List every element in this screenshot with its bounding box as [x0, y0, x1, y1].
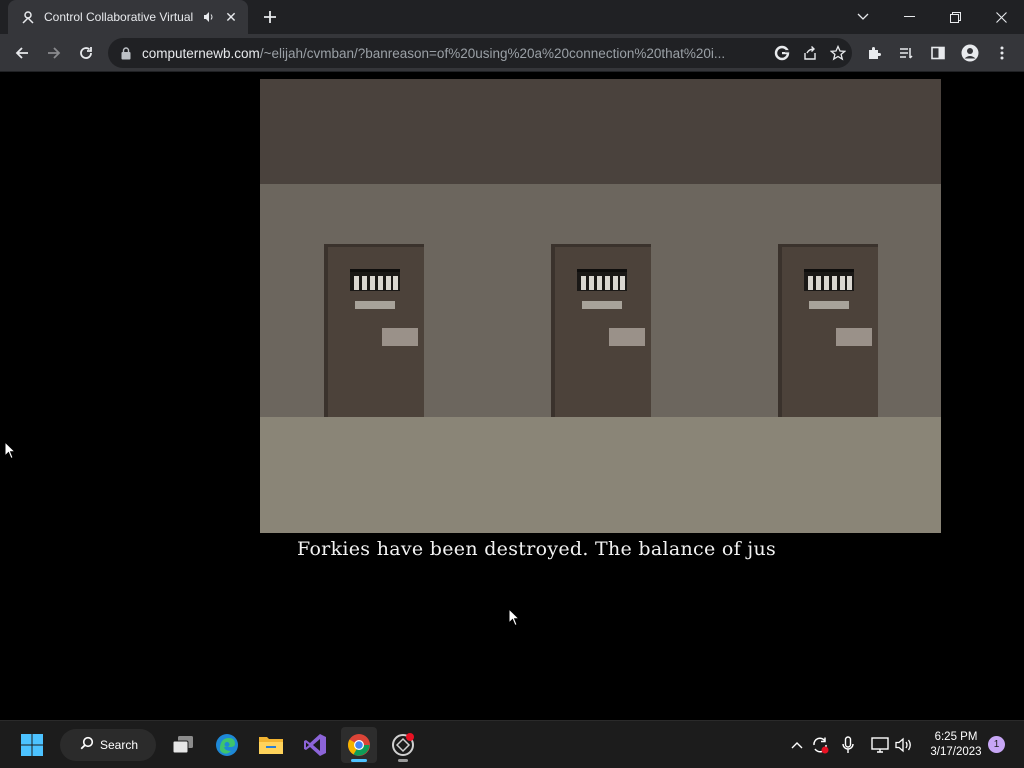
start-icon[interactable]	[14, 727, 50, 763]
url-path: /~elijah/cvmban/?banreason=of%20using%20…	[259, 45, 726, 61]
network-icon[interactable]	[869, 733, 891, 757]
tab-title: Control Collaborative Virtual	[44, 10, 194, 24]
door-slot	[382, 328, 418, 346]
door-plate	[809, 301, 849, 309]
forward-icon[interactable]	[40, 39, 68, 67]
page-content: Forkies have been destroyed. The balance…	[0, 72, 1024, 720]
tab-search-icon[interactable]	[840, 0, 886, 34]
browser-toolbar: computernewb.com/~elijah/cvmban/?banreas…	[0, 34, 1024, 72]
close-tab-icon[interactable]: ✕	[222, 8, 240, 26]
search-label: Search	[100, 738, 139, 752]
sync-icon[interactable]	[809, 733, 831, 757]
clock-date: 3/17/2023	[930, 746, 982, 758]
new-tab-button[interactable]	[258, 5, 282, 29]
door-slot	[609, 328, 645, 346]
door-plate	[582, 301, 622, 309]
visual-studio-icon[interactable]	[297, 727, 333, 763]
edge-icon[interactable]	[209, 727, 245, 763]
taskbar-search-button[interactable]: Search	[60, 729, 156, 761]
notification-badge[interactable]: 1	[988, 736, 1005, 753]
tab-strip: Control Collaborative Virtual ✕	[0, 0, 1024, 34]
volume-icon[interactable]	[893, 733, 915, 757]
cell-door	[324, 244, 424, 417]
bookmark-star-icon[interactable]	[824, 39, 852, 67]
url-text: computernewb.com/~elijah/cvmban/?banreas…	[142, 46, 768, 61]
taskbar: Search 6:25 PM 3/17/2023 1	[0, 720, 1024, 768]
cvm-logo-icon	[20, 9, 36, 25]
lock-icon[interactable]	[118, 45, 134, 61]
url-host: computernewb.com	[142, 45, 260, 61]
app-icon[interactable]	[385, 727, 421, 763]
side-panel-icon[interactable]	[924, 39, 952, 67]
game-subtitle: Forkies have been destroyed. The balance…	[297, 538, 777, 560]
door-plate	[355, 301, 395, 309]
profile-icon[interactable]	[956, 39, 984, 67]
share-icon[interactable]	[796, 39, 824, 67]
taskbar-clock[interactable]: 6:25 PM 3/17/2023	[918, 730, 994, 760]
file-explorer-icon[interactable]	[253, 727, 289, 763]
cell-door	[551, 244, 651, 417]
clock-time: 6:25 PM	[934, 731, 978, 743]
vm-screen[interactable]	[260, 79, 941, 533]
ceiling	[260, 79, 941, 184]
minimize-button[interactable]	[886, 0, 932, 34]
door-window	[577, 269, 627, 291]
browser-tab[interactable]: Control Collaborative Virtual ✕	[8, 0, 248, 34]
reload-icon[interactable]	[72, 39, 100, 67]
back-icon[interactable]	[8, 39, 36, 67]
floor	[260, 417, 941, 533]
speaker-icon[interactable]	[200, 8, 218, 26]
google-icon[interactable]	[768, 39, 796, 67]
task-view-icon[interactable]	[165, 727, 201, 763]
cell-door	[778, 244, 878, 417]
show-hidden-icons-icon[interactable]	[786, 733, 808, 757]
door-window	[350, 269, 400, 291]
menu-icon[interactable]	[988, 39, 1016, 67]
extensions-icon[interactable]	[860, 39, 888, 67]
active-indicator	[351, 759, 367, 762]
running-indicator	[398, 759, 408, 762]
door-window	[804, 269, 854, 291]
door-slot	[836, 328, 872, 346]
reading-list-icon[interactable]	[892, 39, 920, 67]
search-icon	[80, 736, 94, 755]
microphone-icon[interactable]	[837, 733, 859, 757]
restore-button[interactable]	[932, 0, 978, 34]
chrome-icon[interactable]	[341, 727, 377, 763]
close-window-button[interactable]	[978, 0, 1024, 34]
address-bar[interactable]: computernewb.com/~elijah/cvmban/?banreas…	[108, 38, 852, 68]
